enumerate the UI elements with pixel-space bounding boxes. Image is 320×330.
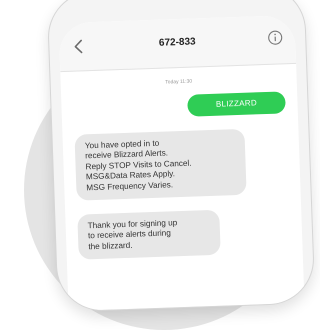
phone-frame: 672-833 Today 11:30 BLIZZARD You have op…	[46, 0, 315, 312]
contact-number[interactable]: 672-833	[59, 33, 295, 52]
message-timestamp: Today 11:30	[61, 75, 297, 89]
outgoing-message-bubble: BLIZZARD	[187, 91, 286, 116]
incoming-message-bubble: You have opted in to receive Blizzard Al…	[74, 129, 246, 201]
conversation-header: 672-833	[59, 15, 297, 72]
messages-screen: 672-833 Today 11:30 BLIZZARD You have op…	[59, 15, 305, 311]
info-icon[interactable]	[267, 29, 284, 46]
incoming-message-bubble: Thank you for signing up to receive aler…	[77, 210, 220, 260]
